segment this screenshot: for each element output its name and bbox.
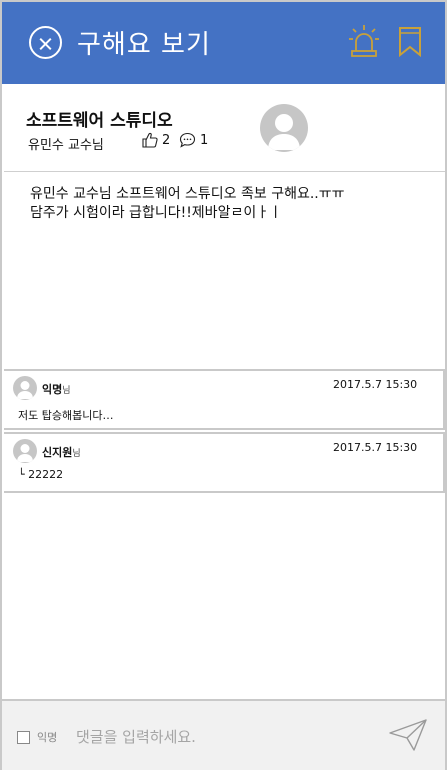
comment-item: 신지원님 2017.5.7 15:30 └ 22222 [4, 432, 445, 493]
app-frame: 구해요 보기 소프트웨어 스튜디오 유민수 교수님 2 1 유민수 교수님 소프… [0, 0, 447, 770]
comment-timestamp: 2017.5.7 15:30 [333, 378, 418, 391]
top-bar: 구해요 보기 [2, 2, 445, 84]
comment-text: 22222 [28, 468, 64, 481]
avatar [13, 439, 37, 463]
speech-bubble-icon [179, 132, 196, 148]
anonymous-label: 익명 [37, 731, 58, 744]
honorific-suffix: 님 [62, 386, 71, 396]
comment-author: 익명님 [42, 381, 71, 397]
siren-icon[interactable] [348, 24, 380, 58]
user-silhouette-icon [17, 444, 33, 462]
like-button[interactable]: 2 [142, 132, 170, 148]
comment-item: 익명님 2017.5.7 15:30 저도 탑승해봅니다… [4, 369, 445, 430]
comment-count: 1 [200, 132, 209, 148]
paper-plane-icon[interactable] [388, 718, 428, 752]
avatar [260, 104, 308, 152]
avatar [13, 376, 37, 400]
post-author: 유민수 교수님 [28, 138, 104, 153]
thumbs-up-icon [142, 132, 158, 148]
reply-mark: └ [18, 468, 25, 481]
like-count: 2 [162, 132, 171, 148]
post-header: 소프트웨어 스튜디오 유민수 교수님 2 1 [4, 86, 445, 172]
reply-arrow-icon: └ 22222 [18, 468, 63, 481]
post-body: 유민수 교수님 소프트웨어 스튜디오 족보 구해요..ㅠㅠ 담주가 시험이라 급… [30, 185, 430, 223]
honorific-suffix: 님 [72, 449, 81, 459]
comment-author: 신지원님 [42, 444, 81, 460]
post-body-line: 담주가 시험이라 급합니다!!제바알ㄹ이ㅏㅣ [30, 205, 282, 221]
comment-input[interactable] [76, 723, 366, 751]
comment-composer: 익명 [2, 699, 445, 770]
page-title: 구해요 보기 [77, 30, 211, 60]
user-silhouette-icon [268, 114, 300, 150]
close-icon[interactable] [29, 26, 62, 59]
anonymous-checkbox[interactable] [17, 731, 30, 744]
comment-timestamp: 2017.5.7 15:30 [333, 441, 418, 454]
comment-author-name: 익명 [42, 383, 63, 396]
comment-author-name: 신지원 [42, 446, 73, 459]
post-title: 소프트웨어 스튜디오 [26, 111, 173, 131]
comment-count-group: 1 [179, 132, 208, 148]
post-body-line: 유민수 교수님 소프트웨어 스튜디오 족보 구해요..ㅠㅠ [30, 186, 345, 202]
bookmark-icon[interactable] [398, 27, 422, 57]
comment-text: 저도 탑승해봅니다… [18, 409, 114, 422]
user-silhouette-icon [17, 381, 33, 399]
